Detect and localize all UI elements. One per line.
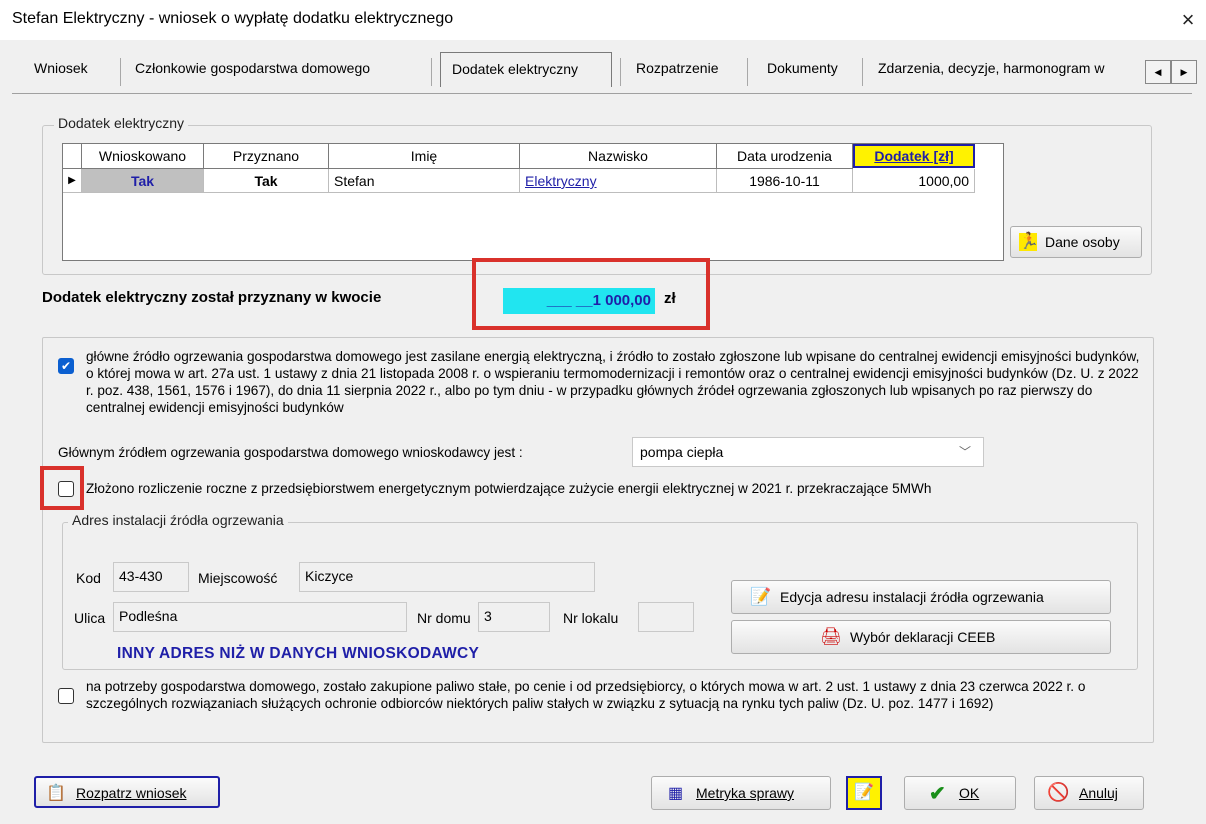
notes-icon-button[interactable]: 📝	[846, 776, 882, 810]
inny-adres-notice: INNY ADRES NIŻ W DANYCH WNIOSKODAWCY	[117, 645, 480, 662]
metryka-sprawy-button[interactable]: ▦ Metryka sprawy	[651, 776, 831, 810]
dodatek-grid: Wnioskowano Przyznano Imię Nazwisko Data…	[62, 143, 1004, 261]
close-icon[interactable]: ×	[1175, 6, 1201, 34]
tab-panel-top-border	[12, 93, 1192, 96]
checkmark-icon: ✔	[929, 783, 946, 805]
nr-domu-label: Nr domu	[417, 610, 471, 626]
nr-lokalu-field[interactable]	[638, 602, 694, 632]
dialog-window: Stefan Elektryczny - wniosek o wypłatę d…	[0, 0, 1206, 824]
grid-corner	[63, 144, 82, 169]
tab-dodatek-label: Dodatek elektryczny	[452, 61, 579, 77]
edycja-adresu-label: Edycja adresu instalacji źródła ogrzewan…	[780, 589, 1044, 605]
tab-strip: Wniosek Członkowie gospodarstwa domowego…	[0, 52, 1206, 94]
document-edit-icon: 📝	[750, 587, 772, 606]
dodatek-group-label: Dodatek elektryczny	[54, 115, 189, 131]
kod-field[interactable]: 43-430	[113, 562, 189, 592]
tab-scroll-right-icon[interactable]: ▶	[1171, 60, 1197, 84]
col-header-dodatek[interactable]: Dodatek [zł]	[853, 144, 975, 168]
cell-wnioskowano[interactable]: Tak	[82, 169, 204, 193]
col-header-imie[interactable]: Imię	[329, 144, 520, 169]
nr-lokalu-label: Nr lokalu	[563, 610, 619, 626]
ulica-label: Ulica	[74, 610, 106, 626]
kwota-unit: zł	[664, 290, 676, 307]
ok-label: OK	[959, 785, 980, 801]
anuluj-label: Anuluj	[1079, 785, 1118, 801]
dane-osoby-button[interactable]: 🏃 Dane osoby	[1010, 226, 1142, 258]
heating-source-label: Głównym źródłem ogrzewania gospodarstwa …	[58, 445, 523, 460]
notes-icon: 📝	[854, 784, 874, 801]
col-header-nazwisko[interactable]: Nazwisko	[520, 144, 717, 169]
wybor-deklaracji-button[interactable]: 🖨 Wybór deklaracji CEEB	[731, 620, 1111, 654]
heating-source-select[interactable]: pompa ciepła ﹀	[632, 437, 984, 467]
tab-dokumenty[interactable]: Dokumenty	[767, 60, 838, 76]
ok-button[interactable]: ✔ OK	[904, 776, 1016, 810]
anuluj-button[interactable]: 🚫 Anuluj	[1034, 776, 1144, 810]
paliwo-text: na potrzeby gospodarstwa domowego, zosta…	[86, 679, 1086, 711]
calendar-icon: ▦	[668, 785, 684, 802]
miejscowosc-label: Miejscowość	[198, 570, 278, 586]
person-run-icon: 🏃	[1019, 233, 1039, 251]
col-header-data-urodzenia[interactable]: Data urodzenia	[717, 144, 853, 169]
col-header-przyznano[interactable]: Przyznano	[204, 144, 329, 169]
cancel-icon: 🚫	[1047, 782, 1070, 802]
wybor-deklaracji-label: Wybór deklaracji CEEB	[850, 629, 996, 645]
dane-osoby-label: Dane osoby	[1045, 234, 1120, 250]
main-heating-text: główne źródło ogrzewania gospodarstwa do…	[86, 349, 1140, 415]
tab-scroll-left-icon[interactable]: ◀	[1145, 60, 1171, 84]
cell-nazwisko-link[interactable]: Elektryczny	[520, 169, 717, 193]
printer-icon: 🖨	[820, 627, 842, 646]
paliwo-checkbox[interactable]	[58, 688, 74, 704]
cell-dodatek[interactable]: 1000,00	[853, 169, 975, 193]
tab-wniosek[interactable]: Wniosek	[34, 60, 88, 76]
document-icon: 📋	[46, 785, 66, 802]
tab-scroll-buttons: ◀ ▶	[1145, 60, 1197, 84]
tab-czlonkowie[interactable]: Członkowie gospodarstwa domowego	[135, 60, 370, 76]
chevron-down-icon: ﹀	[959, 445, 972, 459]
tab-zdarzenia[interactable]: Zdarzenia, decyzje, harmonogram w	[878, 60, 1140, 76]
metryka-sprawy-label: Metryka sprawy	[696, 785, 795, 801]
kwota-field[interactable]: ___ __1 000,00	[503, 288, 655, 314]
rozliczenie-text: Złożono rozliczenie roczne z przedsiębio…	[86, 481, 932, 496]
col-header-wnioskowano[interactable]: Wnioskowano	[82, 144, 204, 169]
kod-label: Kod	[76, 570, 101, 586]
rozpatrz-wniosek-button[interactable]: 📋 Rozpatrz wniosek	[34, 776, 220, 808]
main-heating-checkbox[interactable]: ✔	[58, 358, 74, 374]
kwota-label: Dodatek elektryczny został przyznany w k…	[42, 289, 382, 306]
adres-group-label: Adres instalacji źródła ogrzewania	[68, 512, 288, 528]
cell-imie[interactable]: Stefan	[329, 169, 520, 193]
ulica-field[interactable]: Podleśna	[113, 602, 407, 632]
title-bar: Stefan Elektryczny - wniosek o wypłatę d…	[0, 0, 1206, 40]
tab-rozpatrzenie[interactable]: Rozpatrzenie	[636, 60, 719, 76]
heating-source-value: pompa ciepła	[640, 444, 724, 460]
edycja-adresu-button[interactable]: 📝 Edycja adresu instalacji źródła ogrzew…	[731, 580, 1111, 614]
row-indicator-icon: ▶	[63, 169, 82, 193]
rozliczenie-checkbox[interactable]	[58, 481, 74, 497]
nr-domu-field[interactable]: 3	[478, 602, 550, 632]
cell-przyznano[interactable]: Tak	[204, 169, 329, 193]
cell-data-urodzenia[interactable]: 1986-10-11	[717, 169, 853, 193]
window-title: Stefan Elektryczny - wniosek o wypłatę d…	[12, 10, 454, 27]
tab-dodatek-elektryczny[interactable]: Dodatek elektryczny	[440, 52, 612, 87]
rozpatrz-wniosek-label: Rozpatrz wniosek	[76, 785, 187, 801]
miejscowosc-field[interactable]: Kiczyce	[299, 562, 595, 592]
